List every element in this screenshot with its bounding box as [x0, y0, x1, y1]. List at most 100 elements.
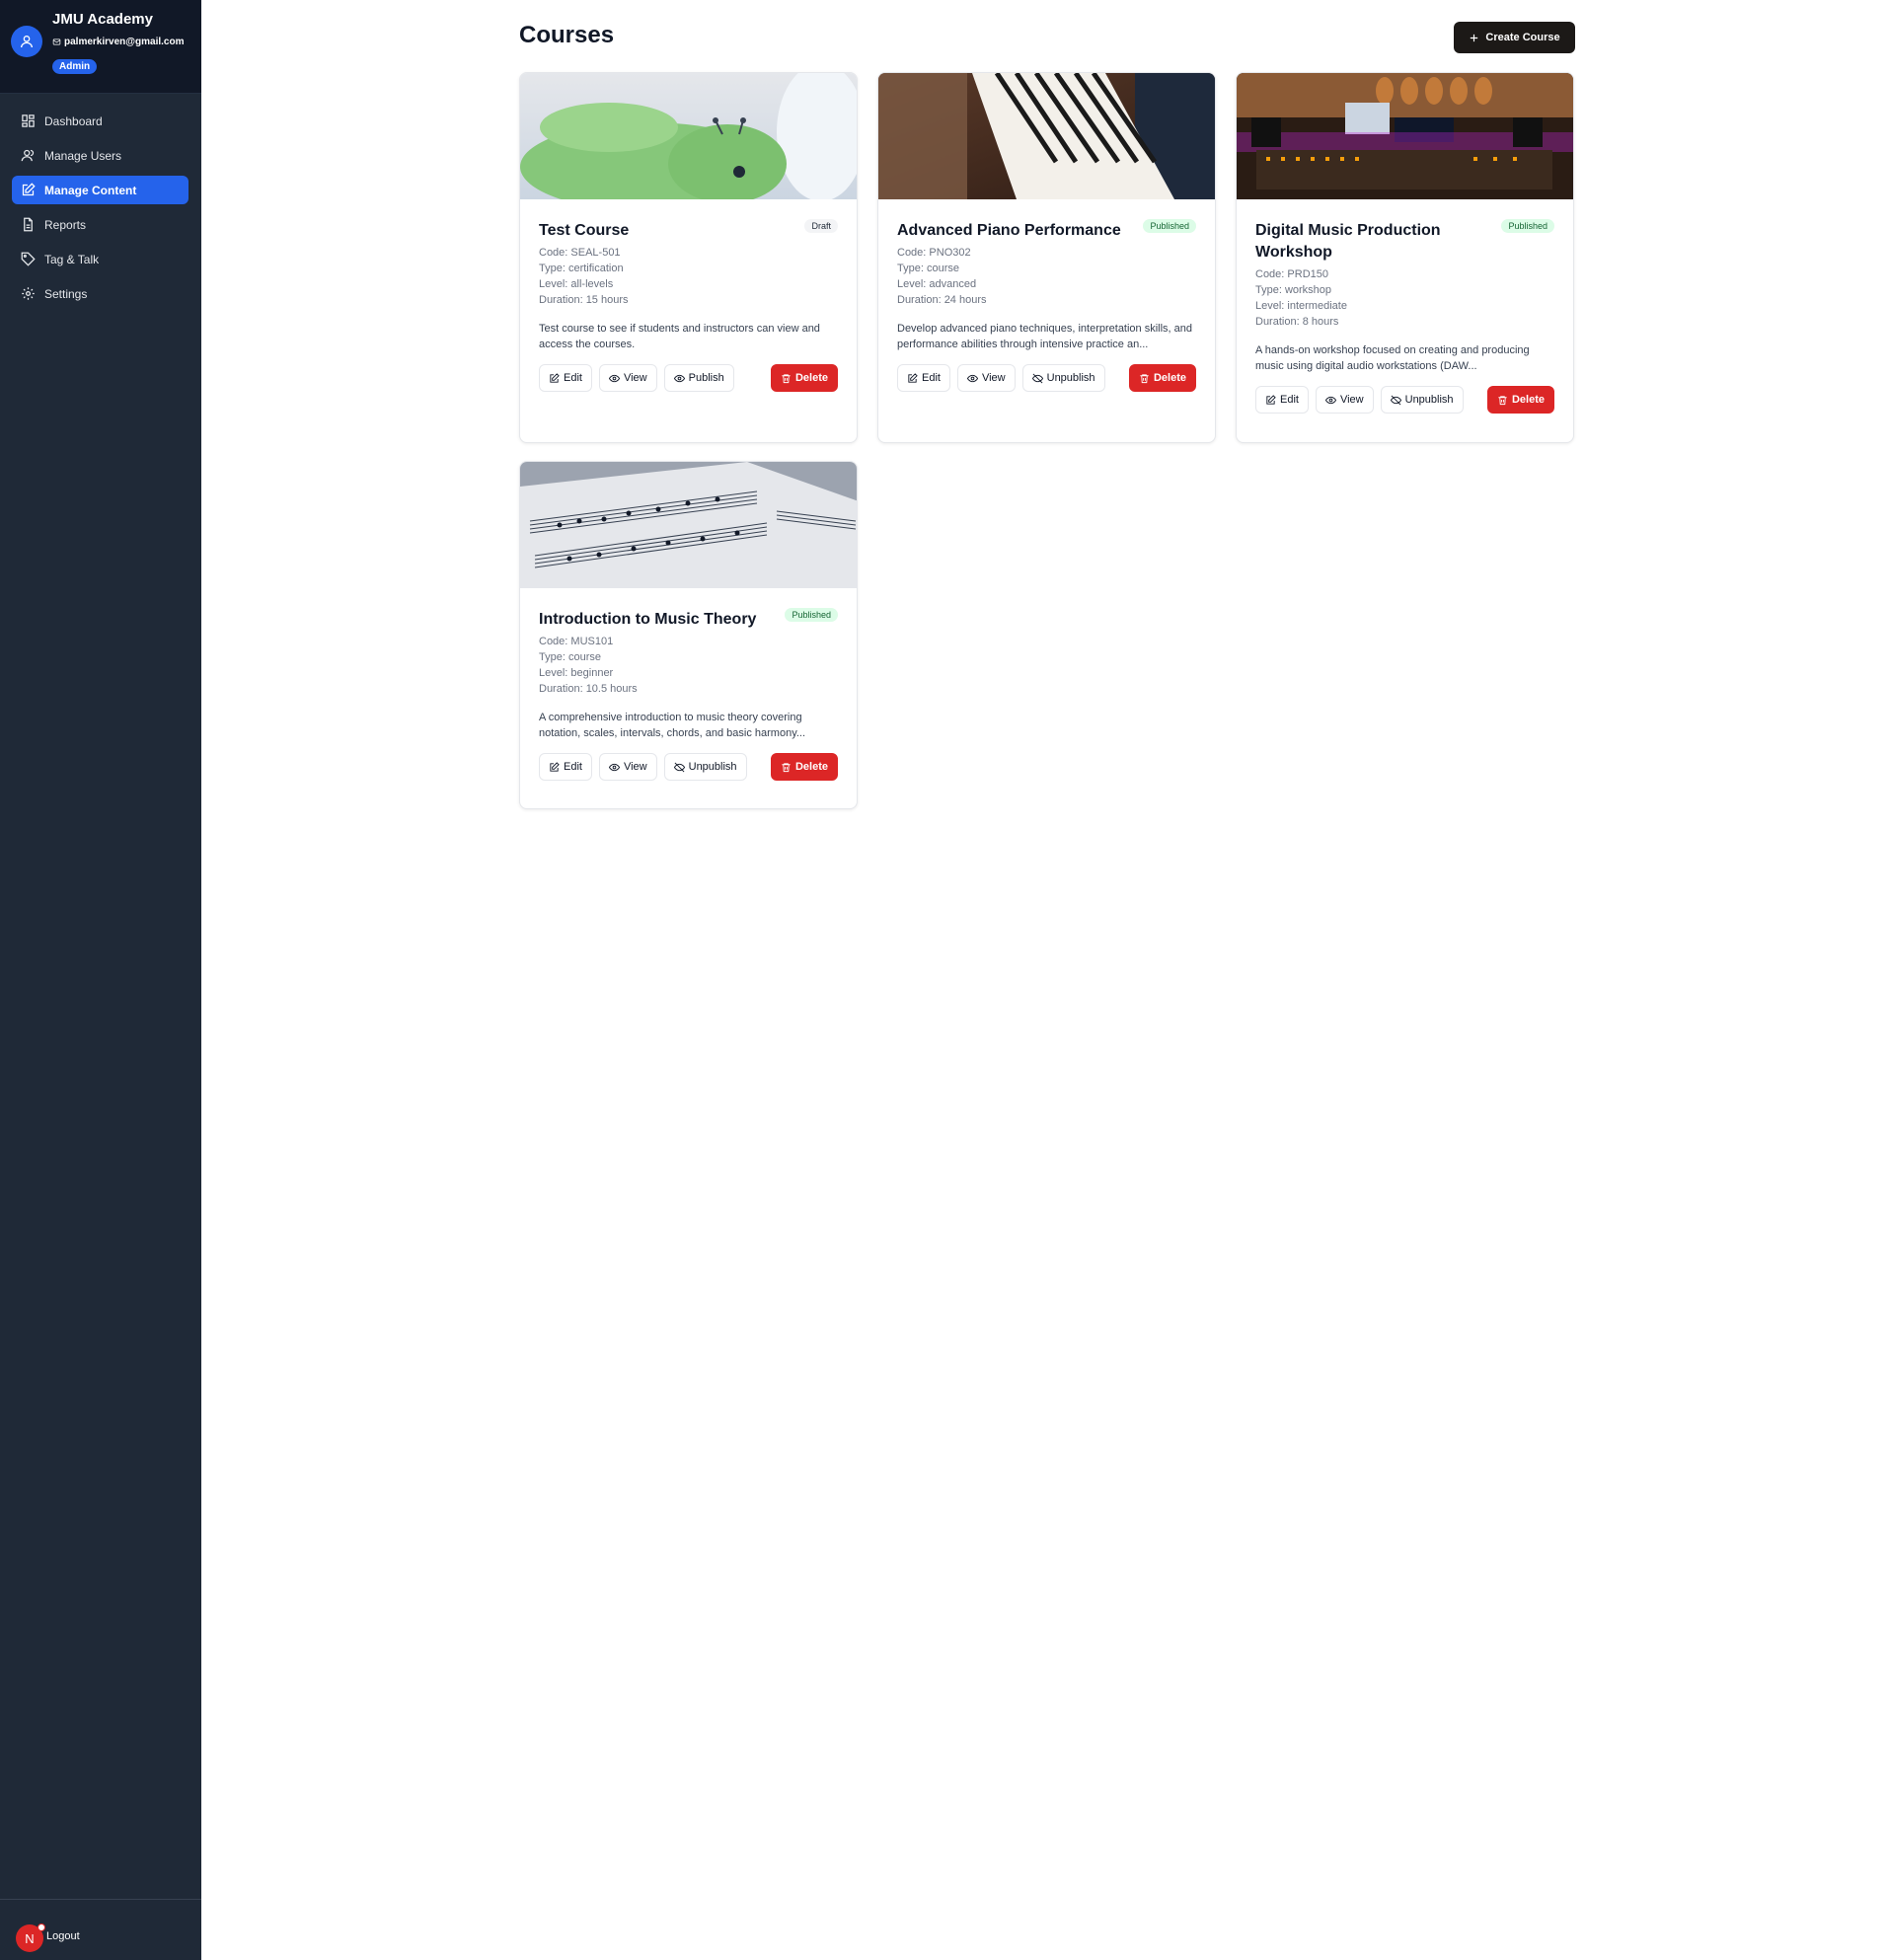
delete-label: Delete — [794, 761, 828, 773]
eye-off-icon — [673, 762, 685, 772]
eye-icon — [608, 763, 620, 771]
view-label: View — [981, 372, 1006, 384]
status-badge: Published — [1501, 219, 1554, 233]
course-card-body: Advanced Piano Performance Published Cod… — [878, 199, 1215, 412]
page-title: Courses — [519, 22, 615, 48]
course-image-studio — [1237, 73, 1573, 199]
edit-button[interactable]: Edit — [1255, 386, 1309, 414]
notification-dot — [38, 1923, 45, 1931]
edit-button[interactable]: Edit — [539, 364, 592, 392]
sidebar-item-tag-talk[interactable]: Tag & Talk — [12, 245, 189, 273]
course-image-sheet-music — [520, 462, 857, 588]
create-course-button[interactable]: Create Course — [1454, 22, 1575, 53]
gear-icon — [22, 287, 35, 300]
file-icon — [24, 217, 33, 232]
course-level: Level: all-levels — [539, 278, 614, 290]
course-description: A comprehensive introduction to music th… — [539, 712, 806, 739]
course-actions: Edit View Unpublish Delete — [539, 753, 838, 800]
course-image-piano — [878, 73, 1215, 199]
course-type: Type: workshop — [1255, 284, 1332, 296]
sidebar-item-dashboard[interactable]: Dashboard — [12, 107, 189, 135]
unpublish-button[interactable]: Unpublish — [1021, 364, 1105, 392]
view-button[interactable]: View — [598, 364, 657, 392]
delete-button[interactable]: Delete — [1486, 386, 1554, 414]
course-description: Test course to see if students and instr… — [539, 323, 820, 350]
course-code: Code: PNO302 — [897, 247, 971, 259]
sidebar-item-label: Tag & Talk — [44, 252, 100, 266]
dashboard-icon — [22, 114, 35, 127]
course-card-body: Introduction to Music Theory Published C… — [520, 588, 857, 800]
unpublish-label: Unpublish — [688, 761, 737, 773]
sidebar-item-settings[interactable]: Settings — [12, 279, 189, 308]
eye-icon — [1324, 396, 1336, 404]
course-card: Digital Music Production Workshop Publis… — [1236, 72, 1574, 443]
view-label: View — [623, 372, 647, 384]
course-code: Code: PRD150 — [1255, 268, 1328, 280]
course-card: Introduction to Music Theory Published C… — [519, 461, 858, 809]
eye-icon — [673, 374, 685, 382]
edit-label: Edit — [564, 761, 582, 773]
trash-icon — [782, 373, 791, 383]
course-card-body: Digital Music Production Workshop Publis… — [1237, 199, 1573, 433]
users-icon — [21, 149, 35, 162]
edit-icon — [22, 183, 36, 196]
course-duration: Duration: 8 hours — [1255, 316, 1339, 328]
course-meta: Code: PNO302 Type: course Level: advance… — [897, 245, 1196, 308]
logout-button[interactable]: Logout — [46, 1930, 80, 1942]
course-meta: Code: SEAL-501 Type: certification Level… — [539, 245, 838, 308]
sidebar-item-manage-users[interactable]: Manage Users — [12, 141, 189, 170]
edit-label: Edit — [564, 372, 582, 384]
eye-off-icon — [1031, 373, 1043, 383]
status-badge: Published — [785, 608, 838, 622]
course-card: Advanced Piano Performance Published Cod… — [877, 72, 1216, 443]
edit-button[interactable]: Edit — [897, 364, 950, 392]
sidebar: JMU Academy palmerkirven@gmail.com Admin… — [0, 0, 201, 1960]
unpublish-button[interactable]: Unpublish — [663, 753, 747, 781]
role-badge: Admin — [52, 59, 98, 74]
publish-button[interactable]: Publish — [663, 364, 734, 392]
course-duration: Duration: 10.5 hours — [539, 683, 638, 695]
user-email: palmerkirven@gmail.com — [52, 37, 184, 47]
edit-icon — [550, 761, 560, 772]
sidebar-item-label: Settings — [44, 286, 88, 301]
course-card-body: Test Course Draft Code: SEAL-501 Type: c… — [520, 199, 857, 412]
course-actions: Edit View Publish Delete — [539, 364, 838, 412]
unpublish-button[interactable]: Unpublish — [1380, 386, 1464, 414]
course-meta: Code: PRD150 Type: workshop Level: inter… — [1255, 266, 1554, 330]
sidebar-item-reports[interactable]: Reports — [12, 210, 189, 239]
edit-label: Edit — [922, 372, 941, 384]
course-actions: Edit View Unpublish Delete — [1255, 386, 1554, 433]
course-type: Type: certification — [539, 263, 624, 274]
course-level: Level: intermediate — [1255, 300, 1347, 312]
create-course-label: Create Course — [1485, 32, 1560, 43]
sidebar-item-label: Dashboard — [44, 113, 103, 128]
edit-icon — [908, 372, 918, 383]
mail-icon — [52, 38, 61, 45]
edit-button[interactable]: Edit — [539, 753, 592, 781]
trash-icon — [1140, 373, 1149, 383]
tag-icon — [21, 252, 36, 266]
delete-button[interactable]: Delete — [770, 364, 838, 392]
plus-icon — [1471, 34, 1478, 41]
edit-icon — [1266, 394, 1276, 405]
edit-label: Edit — [1280, 394, 1299, 406]
delete-label: Delete — [794, 372, 828, 384]
user-avatar-icon[interactable] — [11, 26, 42, 57]
view-button[interactable]: View — [1315, 386, 1374, 414]
sidebar-item-label: Manage Users — [44, 148, 122, 163]
course-title[interactable]: Test Course — [539, 199, 838, 242]
view-button[interactable]: View — [956, 364, 1016, 392]
sidebar-item-manage-content[interactable]: Manage Content — [12, 176, 189, 204]
sidebar-footer: N Logout — [0, 1899, 201, 1960]
view-button[interactable]: View — [598, 753, 657, 781]
view-label: View — [623, 761, 647, 773]
sidebar-item-label: Reports — [44, 217, 87, 232]
eye-icon — [608, 374, 620, 382]
delete-button[interactable]: Delete — [1128, 364, 1196, 392]
status-badge: Published — [1143, 219, 1196, 233]
course-card: Test Course Draft Code: SEAL-501 Type: c… — [519, 72, 858, 443]
delete-button[interactable]: Delete — [770, 753, 838, 781]
trash-icon — [1498, 395, 1507, 405]
edit-icon — [550, 372, 560, 383]
eye-icon — [966, 374, 978, 382]
